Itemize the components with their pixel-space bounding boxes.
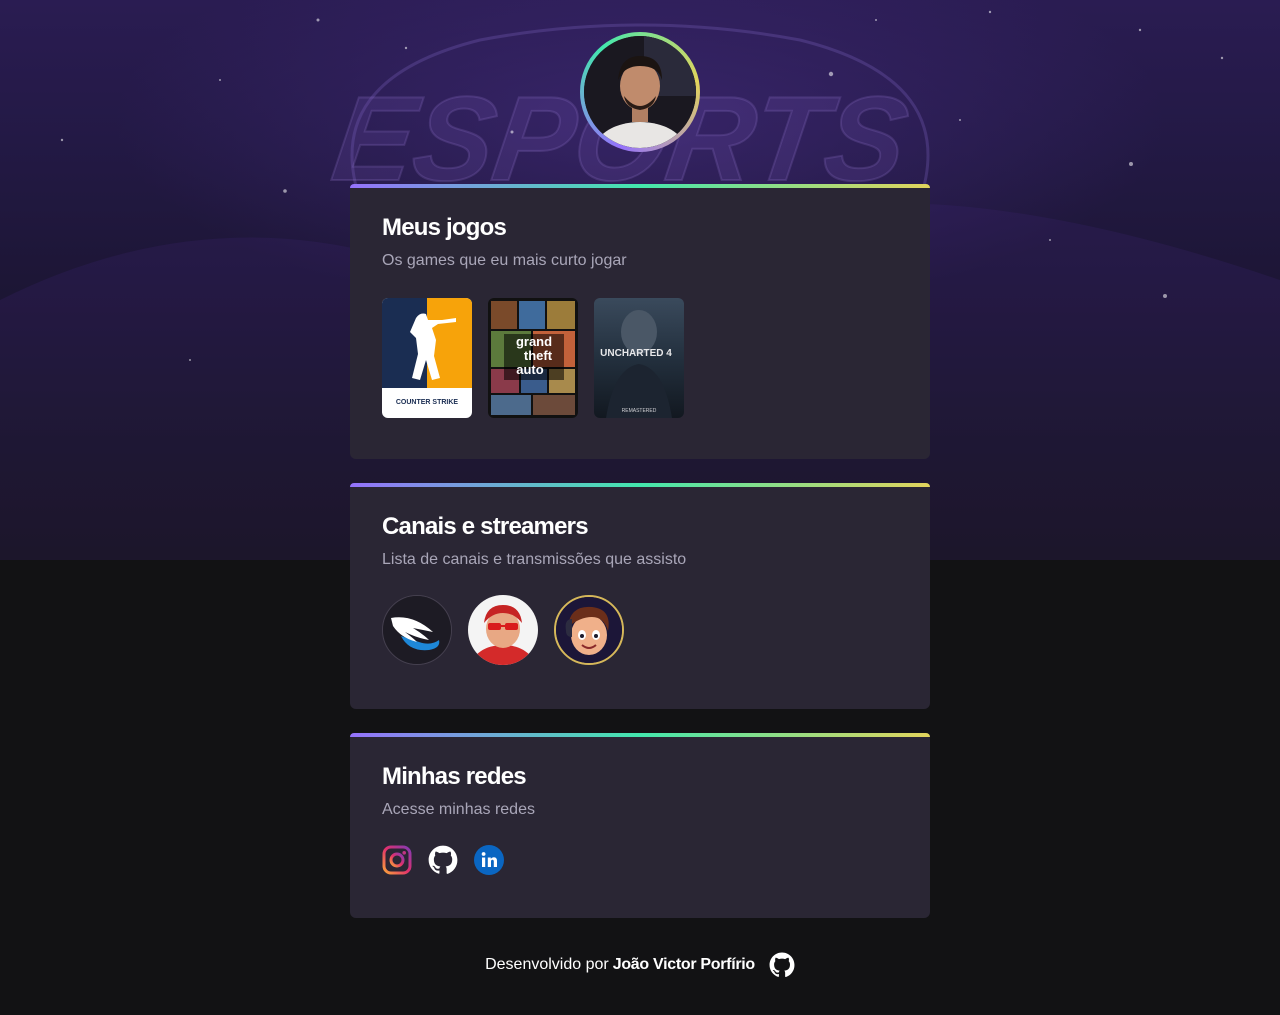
games-card: Meus jogos Os games que eu mais curto jo…	[350, 184, 930, 459]
svg-text:grand: grand	[516, 334, 552, 349]
channels-list	[382, 595, 898, 665]
games-list: COUNTER STRIKE grand theft auto UNCHARTE…	[382, 298, 898, 418]
game-cover-gta-v[interactable]: grand theft auto	[488, 298, 578, 418]
profile-avatar	[584, 36, 696, 148]
footer-github-icon[interactable]	[769, 952, 795, 978]
games-title: Meus jogos	[382, 214, 507, 241]
channels-card: Canais e streamers Lista de canais e tra…	[350, 483, 930, 709]
svg-text:theft: theft	[524, 348, 553, 363]
instagram-icon[interactable]	[382, 845, 412, 875]
footer: Desenvolvido por João Victor Porfírio	[0, 950, 1280, 980]
socials-card: Minhas redes Acesse minhas redes	[350, 733, 930, 918]
channels-subtitle: Lista de canais e transmissões que assis…	[382, 551, 687, 568]
games-subtitle: Os games que eu mais curto jogar	[382, 252, 627, 269]
svg-text:REMASTERED: REMASTERED	[622, 408, 657, 414]
channel-avatar-streamer-red[interactable]	[468, 595, 538, 665]
channel-avatar-wings[interactable]	[382, 595, 452, 665]
channels-title: Canais e streamers	[382, 513, 589, 540]
socials-subtitle: Acesse minhas redes	[382, 801, 535, 818]
footer-prefix: Desenvolvido por	[485, 956, 609, 973]
socials-list	[382, 845, 898, 875]
github-icon[interactable]	[428, 845, 458, 875]
svg-text:UNCHARTED 4: UNCHARTED 4	[600, 348, 672, 359]
socials-title: Minhas redes	[382, 763, 527, 790]
svg-text:auto: auto	[516, 362, 544, 377]
channel-avatar-cartoon[interactable]	[554, 595, 624, 665]
linkedin-icon[interactable]	[474, 845, 504, 875]
footer-author[interactable]: João Victor Porfírio	[613, 956, 755, 974]
game-cover-uncharted-4[interactable]: UNCHARTED 4 REMASTERED	[594, 298, 684, 418]
game-cover-counter-strike[interactable]: COUNTER STRIKE	[382, 298, 472, 418]
svg-text:COUNTER STRIKE: COUNTER STRIKE	[396, 399, 459, 406]
profile-avatar-ring	[580, 32, 700, 152]
